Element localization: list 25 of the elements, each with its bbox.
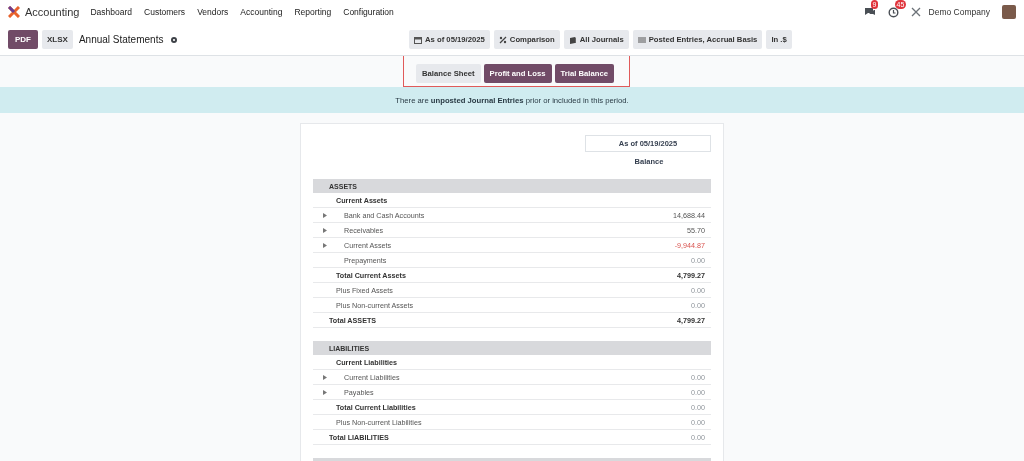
caret-icon[interactable] <box>323 390 327 395</box>
book-icon <box>568 35 577 44</box>
clock-icon[interactable] <box>887 6 899 18</box>
menu-item[interactable]: Customers <box>144 7 186 17</box>
calendar-icon <box>414 35 422 44</box>
caret-icon[interactable] <box>323 213 327 218</box>
tools-icon[interactable] <box>910 7 921 17</box>
export-button[interactable]: PDF <box>8 30 38 49</box>
menu-item[interactable]: Configuration <box>343 7 394 17</box>
app-logo-icon[interactable] <box>8 6 20 18</box>
caret-icon[interactable] <box>323 243 327 248</box>
export-button[interactable]: XLSX <box>42 30 73 49</box>
caret-icon[interactable] <box>323 228 327 233</box>
filter-lines-icon <box>637 35 646 44</box>
menu-item[interactable]: Dashboard <box>90 7 133 17</box>
company-switcher[interactable]: Demo Company <box>928 7 990 17</box>
percent-icon <box>498 35 507 44</box>
report-title: Annual Statements <box>78 34 164 45</box>
menu-item[interactable]: Accounting <box>240 7 283 17</box>
settings-icon[interactable] <box>170 35 179 44</box>
app-name[interactable]: Accounting <box>25 6 80 18</box>
caret-icon[interactable] <box>323 375 327 380</box>
menu-item[interactable]: Reporting <box>294 7 332 17</box>
menu-item[interactable]: Vendors <box>197 7 229 17</box>
chat-icon[interactable] <box>863 7 876 17</box>
